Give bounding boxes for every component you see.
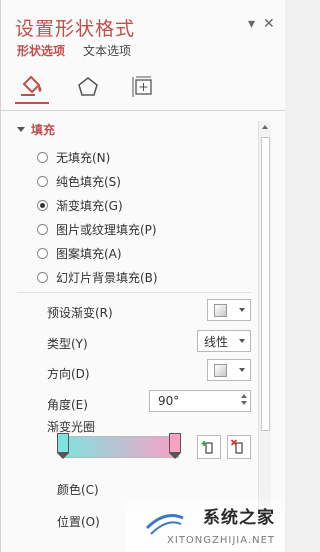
chevron-down-icon xyxy=(239,368,245,372)
gradient-stops-bar[interactable] xyxy=(61,436,179,458)
radio-button[interactable] xyxy=(37,176,48,187)
add-stop-icon xyxy=(201,441,213,454)
fill-section: 填充 无填充(N) 纯色填充(S) 渐变填充(G) 图片或纹理填充(P) 图案填… xyxy=(1,111,257,552)
radio-button[interactable] xyxy=(37,152,48,163)
remove-stop-icon xyxy=(231,439,243,454)
fill-section-header[interactable]: 填充 xyxy=(17,121,55,138)
tab-text-options[interactable]: 文本选项 xyxy=(83,42,131,59)
position-label: 位置(O) xyxy=(57,515,100,529)
spin-down-icon[interactable] xyxy=(241,401,247,405)
direction-swatch-icon xyxy=(214,363,227,377)
category-icon-row xyxy=(15,70,161,104)
radio-button[interactable] xyxy=(37,248,48,259)
radio-button[interactable] xyxy=(37,272,48,283)
gradient-swatch-icon xyxy=(214,303,227,317)
type-dropdown[interactable]: 线性 xyxy=(197,330,251,352)
effects-pentagon-icon[interactable] xyxy=(71,70,105,104)
pane-options-chevron-icon[interactable]: ▾ xyxy=(248,16,255,32)
add-gradient-stop-button[interactable] xyxy=(197,435,221,459)
close-pane-icon[interactable]: ✕ xyxy=(263,16,275,32)
radio-gradient-fill[interactable]: 渐变填充(G) xyxy=(37,197,123,214)
direction-label: 方向(D) xyxy=(47,367,90,381)
radio-button[interactable] xyxy=(37,200,48,211)
scrollbar-thumb[interactable] xyxy=(261,137,270,431)
fill-line-icon[interactable] xyxy=(15,70,49,104)
scroll-up-icon[interactable] xyxy=(262,125,268,129)
radio-picture-fill[interactable]: 图片或纹理填充(P) xyxy=(37,221,157,238)
gradient-stop-left[interactable] xyxy=(57,433,69,459)
format-shape-pane: 设置形状格式 ▾ ✕ 形状选项 文本选项 填充 无填充(N) 纯色填充(S) 渐… xyxy=(0,0,285,552)
radio-label: 图案填充(A) xyxy=(56,247,122,261)
chevron-down-icon xyxy=(239,339,245,343)
section-divider xyxy=(17,292,251,293)
pane-title: 设置形状格式 xyxy=(15,18,136,40)
tab-shape-options[interactable]: 形状选项 xyxy=(17,42,65,59)
radio-pattern-fill[interactable]: 图案填充(A) xyxy=(37,245,122,262)
radio-solid-fill[interactable]: 纯色填充(S) xyxy=(37,173,121,190)
angle-label: 角度(E) xyxy=(47,398,88,412)
radio-no-fill[interactable]: 无填充(N) xyxy=(37,149,110,166)
watermark-overlay: 系统之家 XITONGZHIJIA.NET xyxy=(125,494,285,552)
size-properties-icon[interactable] xyxy=(127,70,161,104)
angle-spinner[interactable]: 90° xyxy=(149,390,251,412)
preset-gradient-dropdown[interactable] xyxy=(207,299,251,321)
radio-label: 无填充(N) xyxy=(56,151,111,165)
site-logo-icon xyxy=(145,514,184,535)
type-label: 类型(Y) xyxy=(47,337,88,351)
radio-label: 渐变填充(G) xyxy=(56,199,123,213)
collapse-triangle-icon xyxy=(17,127,25,132)
color-label: 颜色(C) xyxy=(57,483,99,497)
radio-label: 纯色填充(S) xyxy=(56,175,121,189)
remove-gradient-stop-button[interactable] xyxy=(227,435,251,459)
radio-label: 图片或纹理填充(P) xyxy=(56,223,157,237)
radio-label: 幻灯片背景填充(B) xyxy=(56,271,158,285)
watermark-subtext: XITONGZHIJIA.NET xyxy=(167,535,275,546)
radio-slide-background-fill[interactable]: 幻灯片背景填充(B) xyxy=(37,269,158,286)
direction-dropdown[interactable] xyxy=(207,359,251,381)
type-value: 线性 xyxy=(204,334,229,349)
chevron-down-icon xyxy=(239,308,245,312)
preset-gradient-label: 预设渐变(R) xyxy=(47,306,113,320)
spin-up-icon[interactable] xyxy=(241,394,247,398)
angle-value: 90° xyxy=(158,394,180,408)
radio-button[interactable] xyxy=(37,224,48,235)
options-tabs: 形状选项 文本选项 xyxy=(17,42,131,59)
fill-section-label: 填充 xyxy=(31,123,56,137)
gradient-stops-label: 渐变光圈 xyxy=(47,420,96,434)
gradient-stop-right[interactable] xyxy=(169,433,181,459)
spinner-arrows[interactable] xyxy=(241,394,247,405)
watermark-text: 系统之家 xyxy=(203,508,275,528)
vertical-scrollbar[interactable] xyxy=(258,121,271,552)
